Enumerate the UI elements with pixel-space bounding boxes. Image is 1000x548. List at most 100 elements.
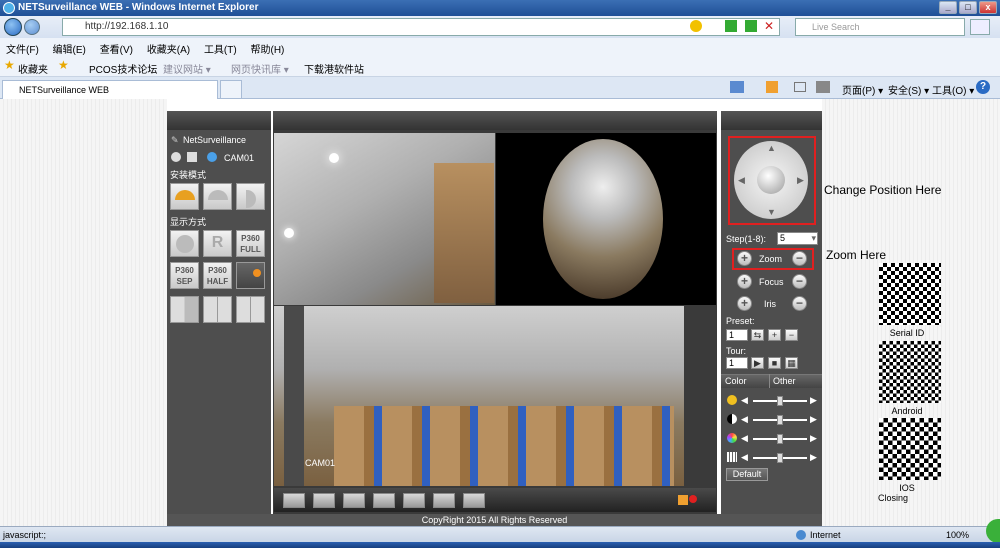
refresh-icon[interactable] — [725, 20, 737, 32]
video-view-fisheye[interactable] — [496, 133, 716, 305]
step-select[interactable]: 5 ▾ — [777, 232, 818, 245]
print-icon[interactable] — [816, 81, 830, 93]
video-view-ceiling[interactable] — [274, 133, 495, 305]
back-button[interactable] — [4, 18, 22, 36]
tour-play-button[interactable]: ▶ — [751, 357, 764, 369]
window-button[interactable] — [313, 493, 335, 508]
maximize-button[interactable]: □ — [959, 1, 977, 14]
add-favorite-icon[interactable]: ★ — [58, 58, 69, 72]
ptz-right-arrow-icon[interactable]: ▶ — [797, 175, 804, 186]
brightness-decrease-arrow[interactable]: ◀ — [741, 395, 748, 406]
brightness-slider-thumb[interactable] — [777, 396, 783, 406]
ptz-down-arrow-icon[interactable]: ▼ — [767, 207, 776, 217]
hue-decrease-arrow[interactable]: ◀ — [741, 452, 748, 463]
minimize-button[interactable]: _ — [939, 1, 957, 14]
fullscreen-button[interactable] — [283, 493, 305, 508]
snapshot-button[interactable] — [403, 493, 425, 508]
menu-view[interactable]: 查看(V) — [94, 38, 138, 56]
favorites-button[interactable]: 收藏夹 — [18, 61, 48, 76]
tab-color[interactable]: Color — [725, 376, 747, 386]
tour-grid-button[interactable]: ▦ — [785, 357, 798, 369]
wall-mount-button[interactable] — [236, 183, 265, 210]
stop-icon[interactable]: ✕ — [762, 19, 776, 33]
speaker-icon[interactable] — [678, 495, 688, 505]
forward-button[interactable] — [24, 19, 40, 35]
iris-open-button[interactable]: + — [737, 296, 752, 311]
favorite-link-download[interactable]: 下载港软件站 — [304, 61, 364, 76]
contrast-decrease-arrow[interactable]: ◀ — [741, 414, 748, 425]
tour-input[interactable]: 1 — [726, 357, 748, 369]
layout-split-button[interactable] — [170, 296, 199, 323]
zoom-in-button[interactable]: + — [737, 251, 752, 266]
layout-six-button[interactable] — [236, 296, 265, 323]
stop-record-icon[interactable] — [171, 152, 181, 162]
play-icon[interactable] — [187, 152, 197, 162]
focus-in-button[interactable]: + — [737, 274, 752, 289]
p360-full-button[interactable]: P360 FULL — [236, 230, 265, 257]
menu-tools[interactable]: 工具(T) — [198, 38, 242, 56]
menu-edit[interactable]: 编辑(E) — [47, 38, 91, 56]
home-icon[interactable] — [730, 81, 744, 93]
layout-quad-button[interactable] — [203, 296, 232, 323]
ptz-up-arrow-icon[interactable]: ▲ — [767, 143, 776, 153]
hue-slider-thumb[interactable] — [777, 453, 783, 463]
go-icon[interactable] — [745, 20, 757, 32]
step-value: 5 — [780, 233, 786, 243]
camera-label[interactable]: CAM01 — [224, 153, 254, 163]
mail-icon[interactable] — [794, 82, 806, 92]
contrast-increase-arrow[interactable]: ▶ — [810, 414, 817, 425]
close-video-button[interactable] — [463, 493, 485, 508]
help-icon[interactable]: ? — [976, 80, 990, 94]
tools-menu[interactable]: 工具(O) ▾ — [932, 82, 974, 97]
preset-add-button[interactable]: + — [768, 329, 781, 341]
tab-netsurveillance[interactable]: NETSurveillance WEB — [2, 80, 218, 99]
default-button[interactable]: Default — [726, 468, 768, 481]
contrast-slider-thumb[interactable] — [777, 415, 783, 425]
ptz-left-arrow-icon[interactable]: ◀ — [738, 175, 745, 186]
zone-label[interactable]: Internet — [810, 530, 841, 540]
mute-icon[interactable] — [689, 495, 697, 503]
saturation-slider-thumb[interactable] — [777, 434, 783, 444]
record-button[interactable] — [343, 493, 365, 508]
favorite-link-pcos[interactable]: PCOS技术论坛 — [89, 61, 157, 76]
rss-icon[interactable] — [766, 81, 778, 93]
focus-out-button[interactable]: − — [792, 274, 807, 289]
favorite-link-suggested[interactable]: 建议网站 ▾ — [163, 61, 211, 76]
tab-other[interactable]: Other — [773, 376, 796, 386]
page-menu[interactable]: 页面(P) ▾ — [842, 82, 883, 97]
ptz-direction-pad[interactable]: ▲ ▼ ◀ ▶ — [734, 141, 808, 219]
close-window-button[interactable]: x — [979, 1, 997, 14]
search-input[interactable]: Live Search — [795, 18, 965, 36]
safety-menu[interactable]: 安全(S) ▾ — [888, 82, 929, 97]
brightness-increase-arrow[interactable]: ▶ — [810, 395, 817, 406]
saturation-decrease-arrow[interactable]: ◀ — [741, 433, 748, 444]
layout-1p3-button[interactable] — [236, 262, 265, 289]
favorite-link-webslice[interactable]: 网页快讯库 ▾ — [231, 61, 289, 76]
tour-stop-button[interactable]: ■ — [768, 357, 781, 369]
zoom-level[interactable]: 100% — [946, 530, 969, 540]
menu-favorites[interactable]: 收藏夹(A) — [141, 38, 195, 56]
zoom-out-button[interactable]: − — [792, 251, 807, 266]
preset-input[interactable]: 1 — [726, 329, 748, 341]
ptz-center-knob[interactable] — [757, 166, 785, 194]
fisheye-view-button[interactable] — [170, 230, 199, 257]
saturation-increase-arrow[interactable]: ▶ — [810, 433, 817, 444]
preset-remove-button[interactable]: − — [785, 329, 798, 341]
p360-sep-button[interactable]: P360 SEP — [170, 262, 199, 289]
r-view-button[interactable]: R — [203, 230, 232, 257]
compat-view-icon[interactable] — [690, 20, 702, 32]
hue-increase-arrow[interactable]: ▶ — [810, 452, 817, 463]
playback-button[interactable] — [433, 493, 455, 508]
video-view-panorama[interactable]: CAM01 — [274, 306, 716, 486]
new-tab-button[interactable] — [220, 80, 242, 99]
menu-file[interactable]: 文件(F) — [0, 38, 44, 56]
menu-help[interactable]: 帮助(H) — [245, 38, 290, 56]
preset-goto-button[interactable]: ⇆ — [751, 329, 764, 341]
stop-record-button[interactable] — [373, 493, 395, 508]
p360-half-button[interactable]: P360 HALF — [203, 262, 232, 289]
ceiling-mount-button[interactable] — [170, 183, 199, 210]
search-icon[interactable] — [970, 19, 990, 35]
url-input[interactable]: http://192.168.1.10 — [62, 18, 780, 36]
iris-close-button[interactable]: − — [792, 296, 807, 311]
table-mount-button[interactable] — [203, 183, 232, 210]
